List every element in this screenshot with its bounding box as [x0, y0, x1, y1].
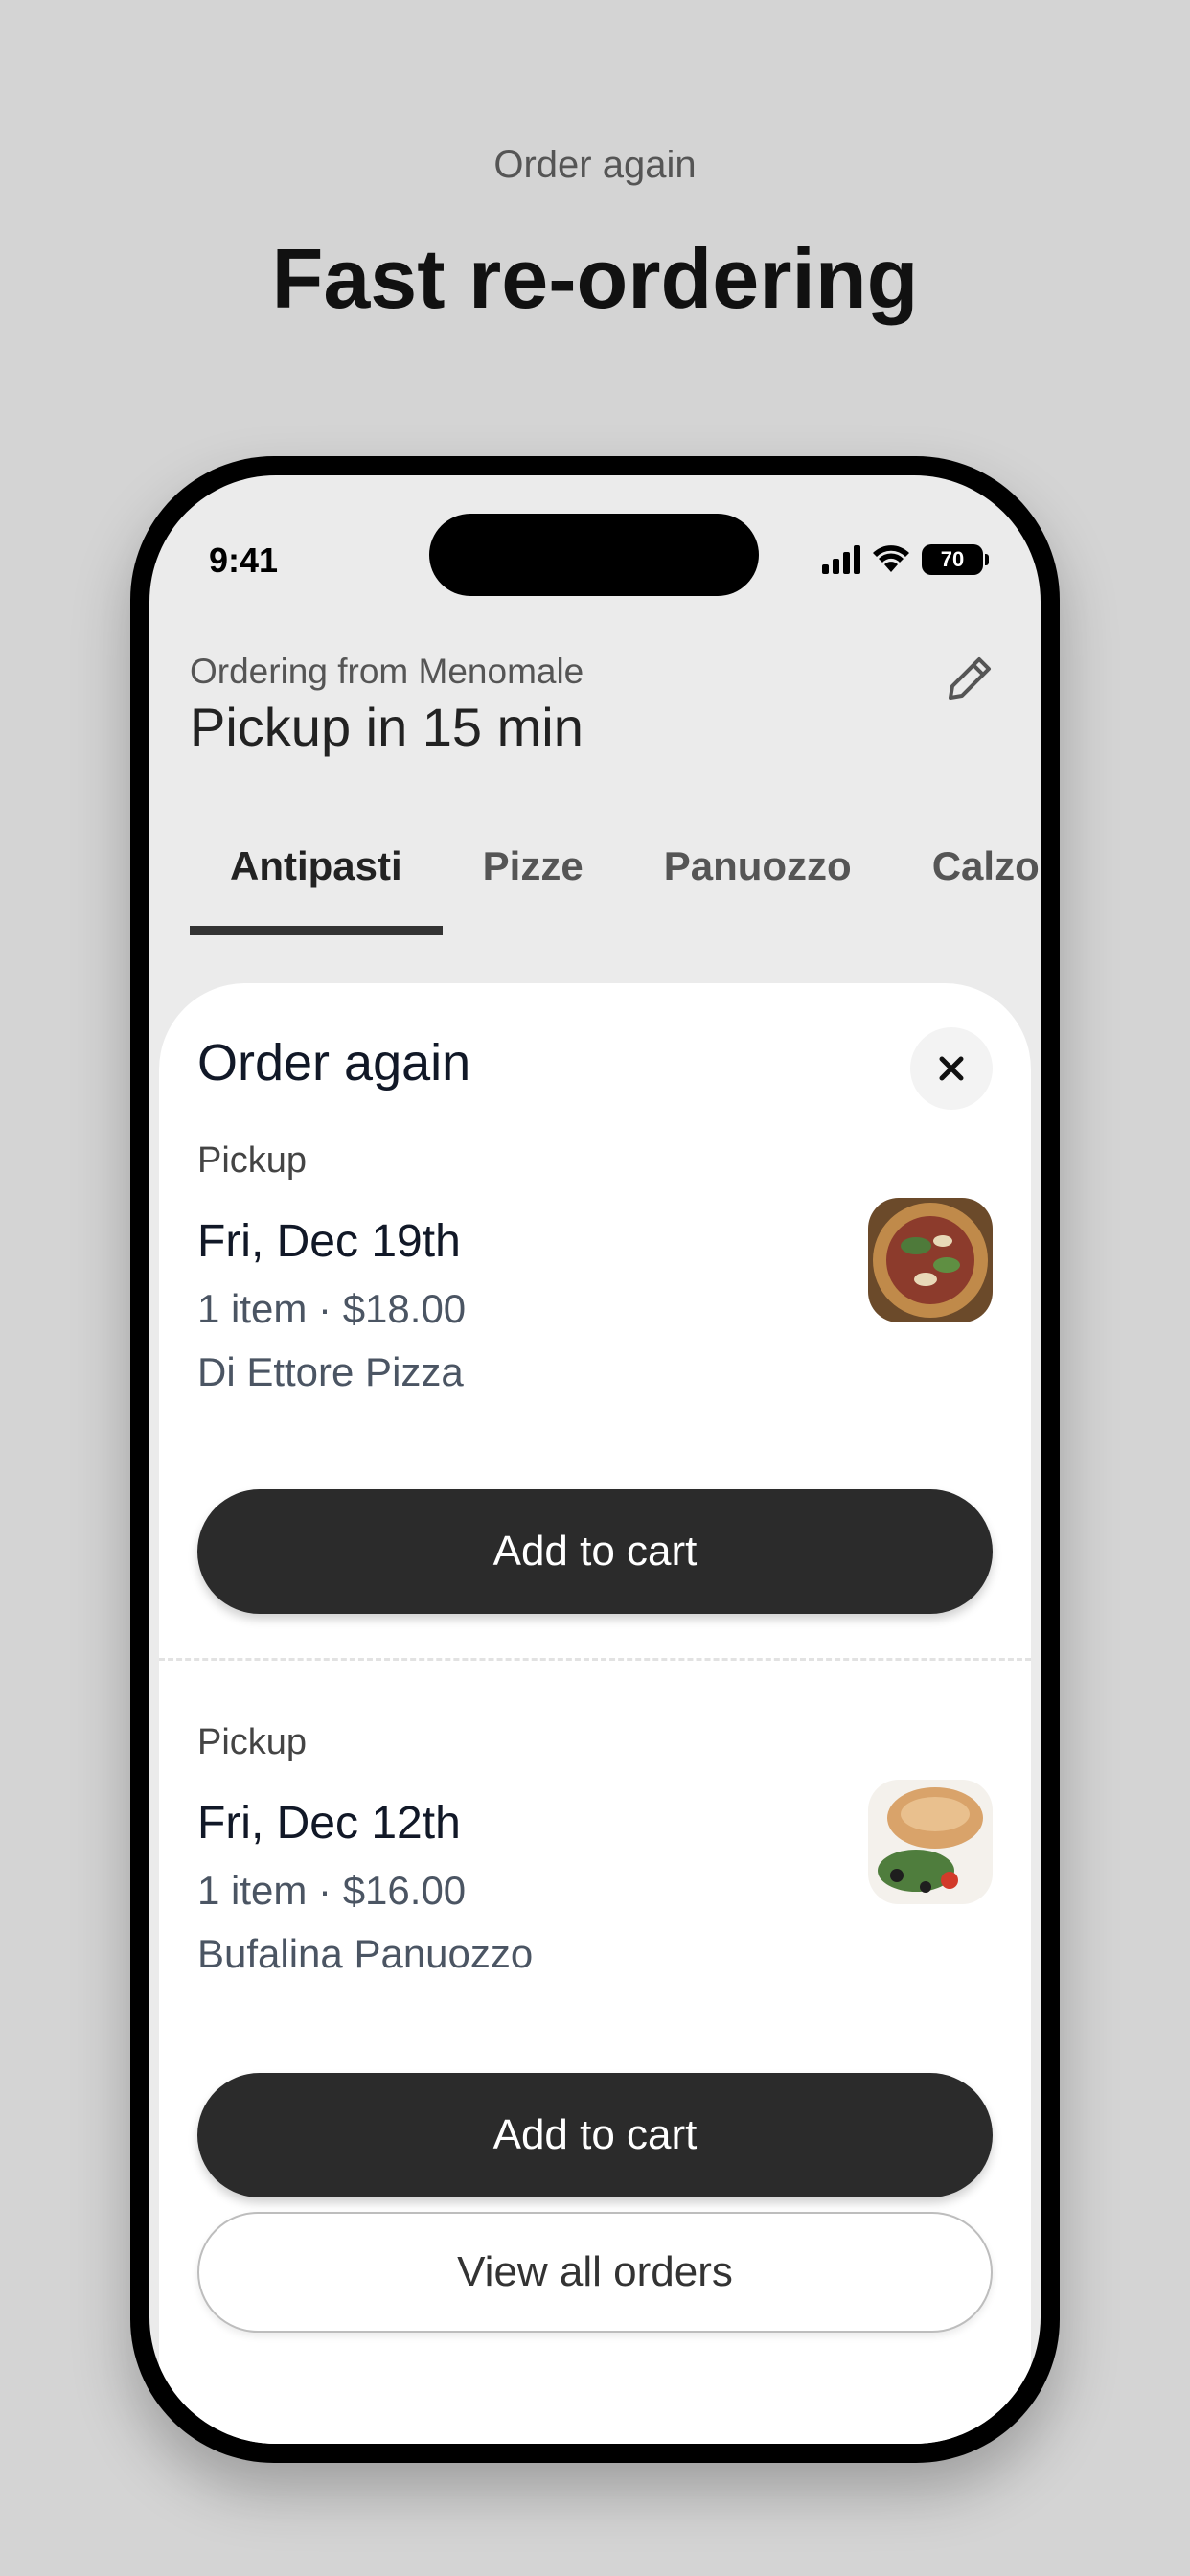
status-icons: 70	[822, 544, 989, 575]
pencil-icon[interactable]	[939, 648, 1000, 709]
promo-eyebrow: Order again	[493, 144, 697, 186]
order-item-name: Di Ettore Pizza	[197, 1349, 464, 1394]
order-again-sheet: Order again Pickup Fri, Dec 19th 1 item …	[159, 983, 1031, 2444]
order-divider	[159, 1658, 1031, 1661]
battery-icon: 70	[922, 544, 989, 575]
tab-panuozzo[interactable]: Panuozzo	[624, 820, 892, 935]
panuozzo-thumbnail	[868, 1780, 993, 1904]
add-to-cart-button[interactable]: Add to cart	[197, 2073, 993, 2197]
order-summary: 1 item · $16.00	[197, 1868, 467, 1913]
cellular-signal-icon	[822, 545, 860, 574]
order-card: Pickup Fri, Dec 12th 1 item · $16.00 Buf…	[197, 1722, 993, 2220]
category-tabs: AntipastiPizzePanuozzoCalzoni	[190, 820, 1041, 935]
wifi-icon	[873, 545, 909, 572]
add-to-cart-button[interactable]: Add to cart	[197, 1489, 993, 1614]
order-date: Fri, Dec 12th	[197, 1798, 461, 1849]
close-icon	[939, 1056, 964, 1081]
order-type: Pickup	[197, 1722, 308, 1762]
order-type: Pickup	[197, 1140, 308, 1181]
order-item-name: Bufalina Panuozzo	[197, 1931, 534, 1976]
status-bar: 9:41 70	[149, 475, 1041, 610]
promo-headline: Fast re-ordering	[271, 231, 919, 326]
tab-calzoni[interactable]: Calzoni	[892, 820, 1041, 935]
order-summary: 1 item · $18.00	[197, 1286, 467, 1331]
pickup-time-title: Pickup in 15 min	[190, 697, 584, 757]
close-button[interactable]	[910, 1027, 993, 1110]
pizza-thumbnail	[868, 1198, 993, 1322]
order-card: Pickup Fri, Dec 19th 1 item · $18.00 Di …	[197, 1140, 993, 1639]
dynamic-island	[429, 514, 759, 596]
order-date: Fri, Dec 19th	[197, 1216, 461, 1267]
ordering-from-label: Ordering from Menomale	[190, 652, 584, 691]
phone-frame: 9:41 70 Ordering from Menomale Pickup in…	[130, 456, 1060, 2463]
phone-screen: 9:41 70 Ordering from Menomale Pickup in…	[149, 475, 1041, 2444]
tab-antipasti[interactable]: Antipasti	[190, 820, 443, 935]
view-all-orders-button[interactable]: View all orders	[197, 2212, 993, 2333]
sheet-title: Order again	[197, 1034, 471, 1092]
tab-pizze[interactable]: Pizze	[443, 820, 624, 935]
status-time: 9:41	[209, 540, 279, 580]
